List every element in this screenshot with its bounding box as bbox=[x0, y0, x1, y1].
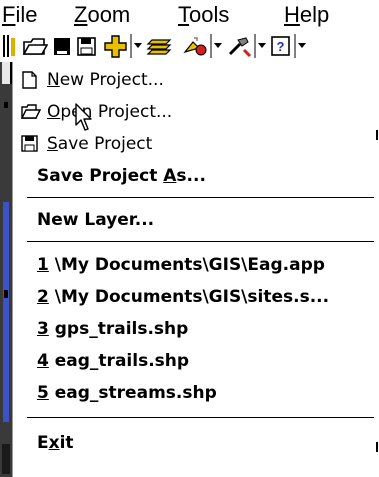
save-icon bbox=[21, 135, 39, 153]
folder-open-icon bbox=[20, 103, 42, 121]
file-menu-dropdown: New Project... Open Project... Save Proj… bbox=[12, 62, 376, 477]
new-document-icon bbox=[21, 71, 39, 89]
menu-item-recent-5[interactable]: 5 eag_streams.shp bbox=[13, 377, 376, 409]
menu-separator bbox=[27, 241, 374, 242]
menu-file[interactable]: File bbox=[2, 0, 37, 30]
add-layer-dropdown-icon[interactable] bbox=[134, 43, 142, 48]
dark-doc-icon[interactable] bbox=[52, 30, 74, 62]
tools-dropdown-icon[interactable] bbox=[258, 43, 266, 48]
toolbar: ? bbox=[0, 30, 379, 62]
menu-item-recent-2[interactable]: 2 \My Documents\GIS\sites.s... bbox=[13, 281, 376, 313]
save-icon[interactable] bbox=[76, 30, 98, 62]
svg-text:?: ? bbox=[277, 39, 285, 54]
menu-item-open-project[interactable]: Open Project... bbox=[13, 96, 376, 128]
identify-dropdown-icon[interactable] bbox=[214, 43, 222, 48]
help-dropdown-icon[interactable] bbox=[298, 43, 306, 48]
menu-separator bbox=[27, 417, 374, 418]
tools-icon[interactable] bbox=[226, 30, 252, 62]
menu-item-exit[interactable]: Exit bbox=[13, 427, 376, 459]
grip-icon[interactable] bbox=[2, 30, 20, 62]
identify-icon[interactable] bbox=[182, 30, 208, 62]
menu-separator bbox=[27, 197, 374, 198]
side-panel-strip bbox=[0, 62, 12, 477]
menu-zoom[interactable]: Zoom bbox=[74, 0, 130, 30]
help-icon[interactable]: ? bbox=[270, 30, 292, 62]
menu-tools[interactable]: Tools bbox=[178, 0, 229, 30]
menu-item-recent-4[interactable]: 4 eag_trails.shp bbox=[13, 345, 376, 377]
add-layer-icon[interactable] bbox=[104, 30, 128, 62]
menu-help[interactable]: Help bbox=[284, 0, 329, 30]
menu-item-save-project-as[interactable]: Save Project As... bbox=[13, 160, 376, 192]
layers-icon[interactable] bbox=[146, 30, 172, 62]
menu-item-save-project[interactable]: Save Project bbox=[13, 128, 376, 160]
menu-item-recent-3[interactable]: 3 gps_trails.shp bbox=[13, 313, 376, 345]
folder-open-icon[interactable] bbox=[22, 30, 48, 62]
menubar: File Zoom Tools Help bbox=[0, 0, 379, 30]
menu-item-new-layer[interactable]: New Layer... bbox=[13, 204, 376, 236]
menu-item-new-project[interactable]: New Project... bbox=[13, 64, 376, 96]
menu-item-recent-1[interactable]: 1 \My Documents\GIS\Eag.app bbox=[13, 249, 376, 281]
mouse-cursor-icon bbox=[75, 103, 92, 131]
